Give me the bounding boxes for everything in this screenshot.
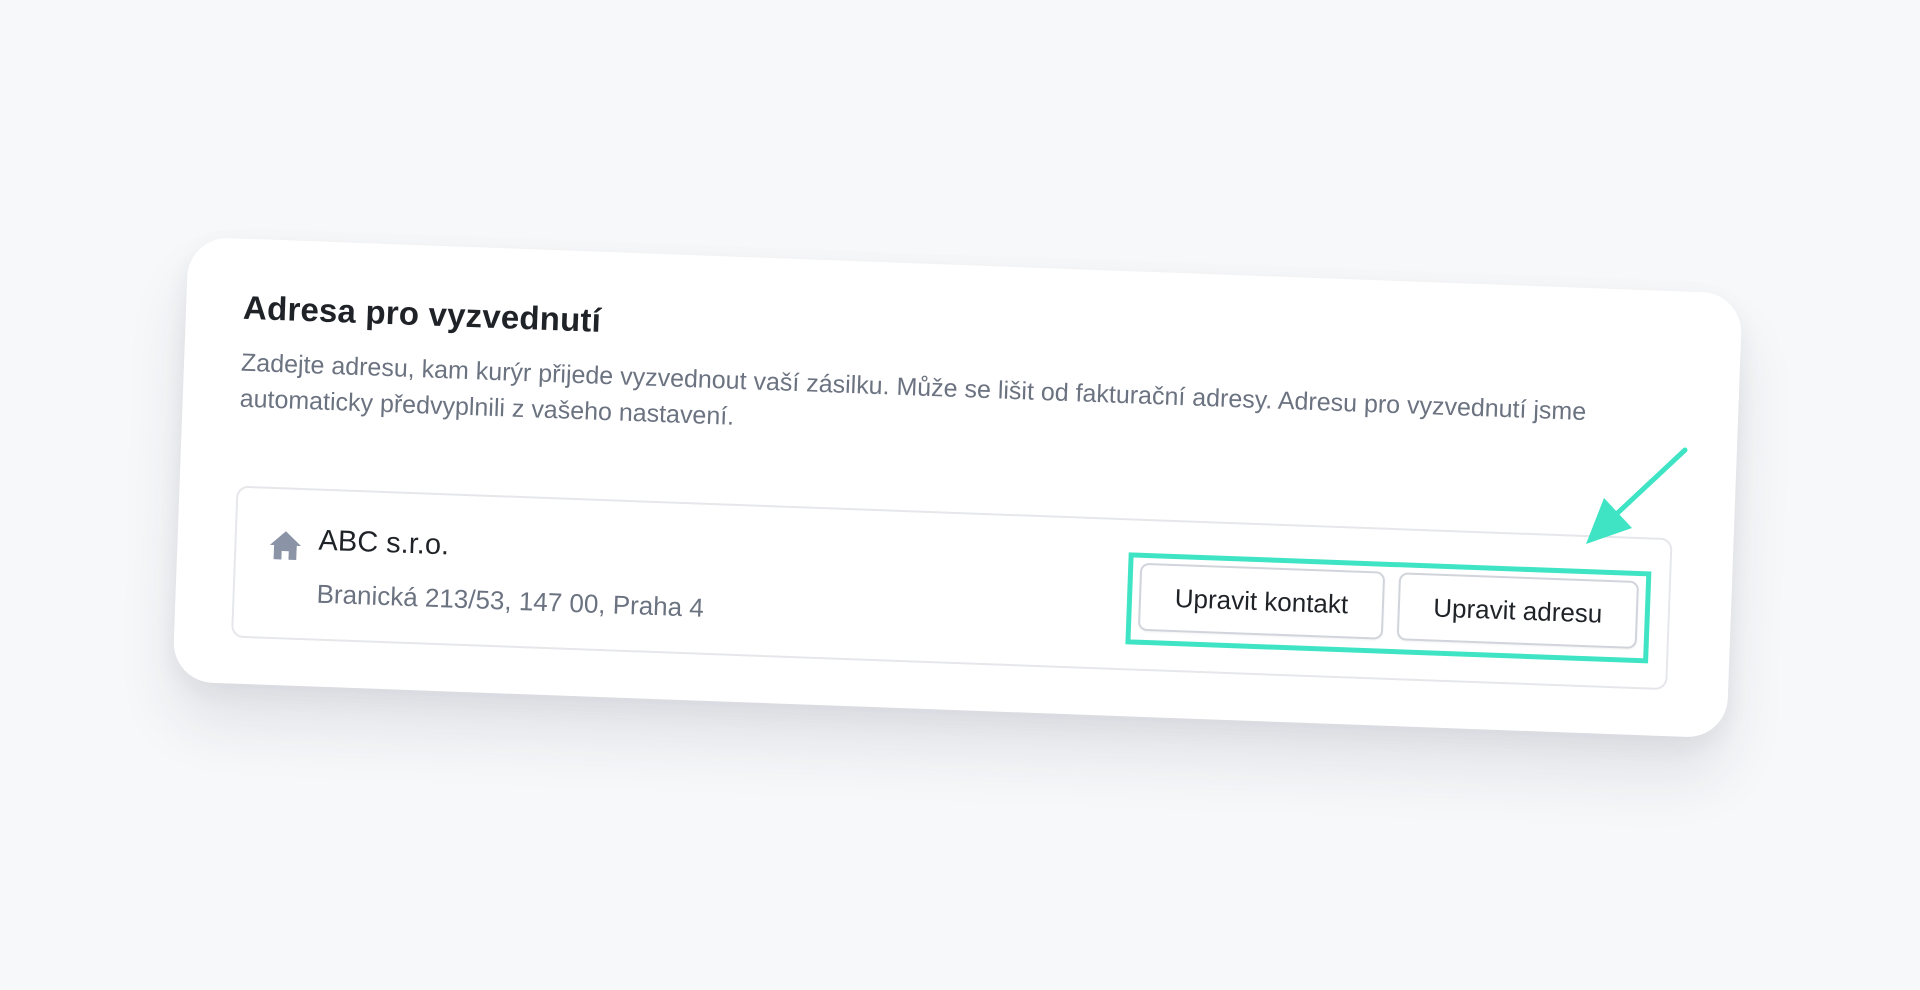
page-background: Adresa pro vyzvednutí Zadejte adresu, ka…: [0, 0, 1920, 990]
address-entry: ABC s.r.o. Branická 213/53, 147 00, Prah…: [231, 485, 1673, 691]
company-name: ABC s.r.o.: [318, 524, 450, 562]
highlighted-action-group: Upravit kontakt Upravit adresu: [1125, 552, 1652, 664]
home-icon: [269, 531, 301, 560]
pointer-arrow-icon: [1586, 447, 1688, 544]
edit-address-button[interactable]: Upravit adresu: [1396, 572, 1640, 649]
edit-contact-button[interactable]: Upravit kontakt: [1137, 562, 1386, 640]
address-line: Branická 213/53, 147 00, Praha 4: [316, 578, 705, 623]
pickup-address-card: Adresa pro vyzvednutí Zadejte adresu, ka…: [172, 236, 1743, 739]
